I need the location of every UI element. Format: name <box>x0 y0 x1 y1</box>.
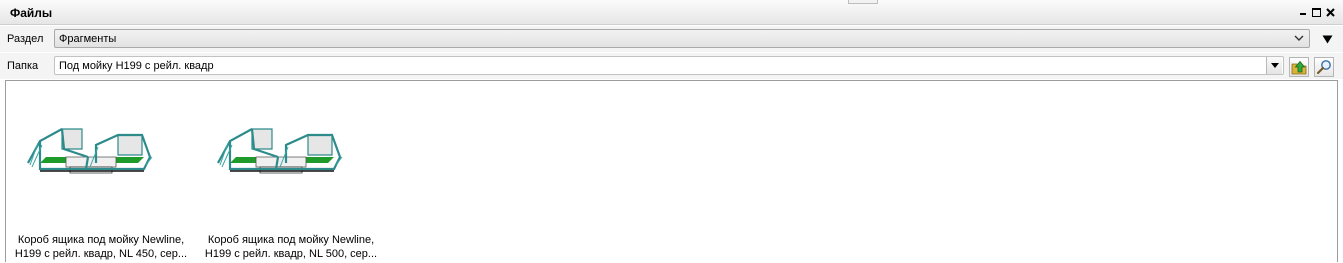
folder-up-icon <box>1291 60 1307 74</box>
folder-select[interactable]: Под мойку H199 с рейл. квадр <box>54 56 1284 75</box>
file-thumbnail <box>217 128 343 174</box>
maximize-icon[interactable] <box>1309 4 1323 20</box>
section-label: Раздел <box>7 33 44 45</box>
folder-label: Папка <box>7 60 39 72</box>
files-view: Короб ящика под мойку Newline, H199 с ре… <box>5 80 1338 262</box>
file-label-line2: H199 с рейл. квадр, NL 500, сер... <box>204 248 378 260</box>
file-label-line2: H199 с рейл. квадр, NL 450, сер... <box>14 248 188 260</box>
section-select[interactable]: Фрагменты <box>54 29 1310 48</box>
triangle-down-icon[interactable] <box>1320 32 1334 46</box>
chevron-down-icon[interactable] <box>1290 30 1307 47</box>
folder-select-value: Под мойку H199 с рейл. квадр <box>59 60 214 72</box>
section-select-value: Фрагменты <box>59 33 117 45</box>
file-tile[interactable]: Короб ящика под мойку Newline, H199 с ре… <box>6 81 196 263</box>
file-label-line1: Короб ящика под мойку Newline, <box>207 234 375 246</box>
folder-row: Папка Под мойку H199 с рейл. квадр <box>0 53 1343 79</box>
file-tile[interactable]: Короб ящика под мойку Newline, H199 с ре… <box>196 81 386 263</box>
search-icon <box>1316 60 1331 75</box>
panel-title: Файлы <box>10 6 53 20</box>
file-label: Короб ящика под мойку Newline, H199 с ре… <box>196 233 386 261</box>
panel-titlebar: Файлы <box>0 0 1343 25</box>
titlebar-grip[interactable] <box>848 0 878 4</box>
file-label-line1: Короб ящика под мойку Newline, <box>17 234 185 246</box>
folder-up-button[interactable] <box>1289 57 1309 77</box>
file-label: Короб ящика под мойку Newline, H199 с ре… <box>6 233 196 261</box>
folder-dropdown-icon[interactable] <box>1266 57 1282 74</box>
section-row: Раздел Фрагменты <box>0 26 1343 52</box>
file-thumbnail <box>27 128 153 174</box>
search-button[interactable] <box>1314 57 1334 77</box>
minimize-icon[interactable] <box>1296 4 1310 20</box>
close-icon[interactable] <box>1323 4 1337 20</box>
